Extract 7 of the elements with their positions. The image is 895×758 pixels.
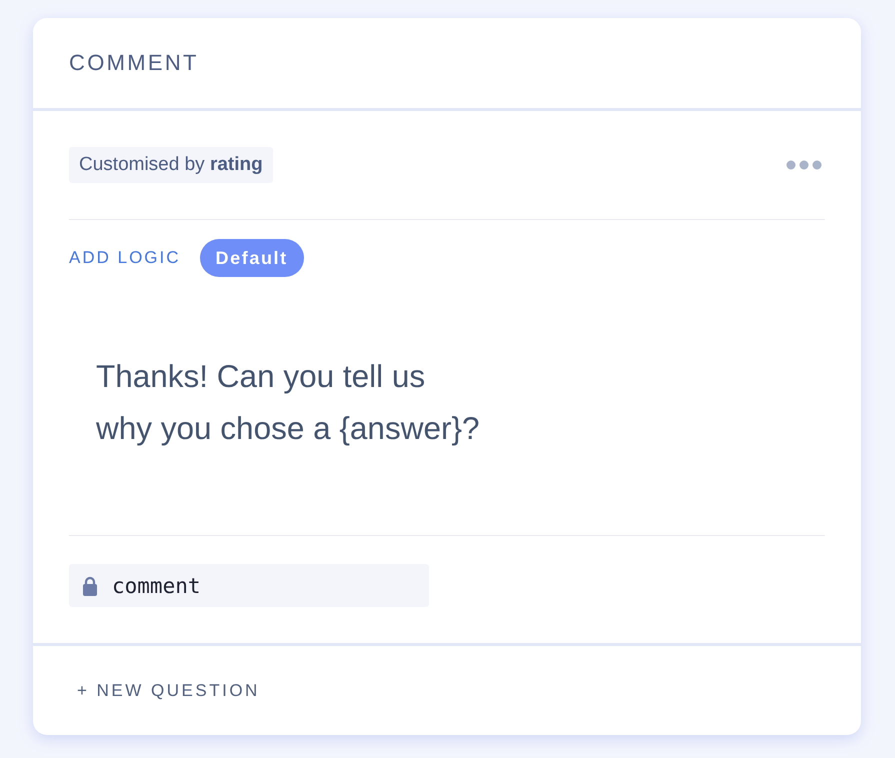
add-logic-link[interactable]: ADD LOGIC <box>69 248 181 268</box>
card-title: COMMENT <box>69 50 199 76</box>
new-question-button[interactable]: + NEW QUESTION <box>77 680 260 700</box>
variable-name: comment <box>112 574 201 598</box>
customised-tag: Customised by rating <box>69 147 273 183</box>
default-badge: Default <box>200 239 304 277</box>
question-text: Thanks! Can you tell us why you chose a {answer}? <box>96 357 480 448</box>
